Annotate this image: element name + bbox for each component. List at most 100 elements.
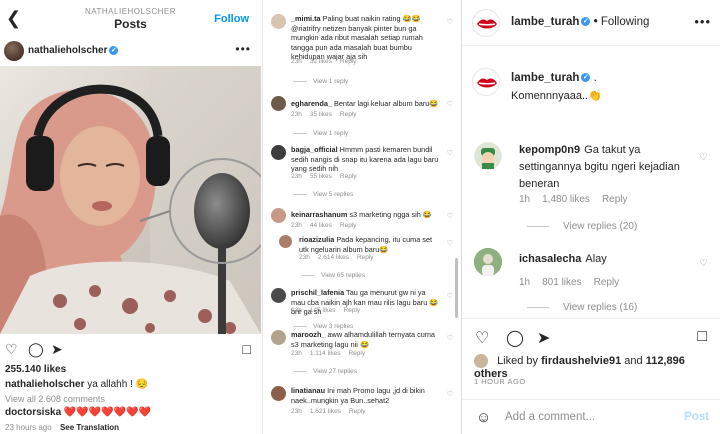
caption-username[interactable]: lambe_turah bbox=[511, 72, 579, 84]
add-comment-input[interactable]: Add a comment... bbox=[505, 411, 595, 423]
heart-icon[interactable]: ♡ bbox=[475, 328, 489, 348]
author-username[interactable]: nathalieholscher bbox=[28, 45, 107, 56]
comment-likes[interactable]: 145 likes bbox=[310, 307, 336, 314]
comment-username[interactable]: doctorsiska bbox=[5, 407, 61, 418]
avatar[interactable] bbox=[472, 9, 500, 37]
view-replies-link[interactable]: View 1 reply bbox=[293, 78, 348, 85]
reply-button[interactable]: Reply bbox=[357, 254, 374, 261]
view-replies-link[interactable]: View 3 replies bbox=[293, 323, 353, 330]
likes-count[interactable]: 255.140 likes bbox=[5, 364, 66, 375]
reply-button[interactable]: Reply bbox=[602, 194, 628, 205]
avatar[interactable] bbox=[271, 145, 286, 160]
singer-photo-illustration bbox=[0, 66, 261, 334]
share-icon[interactable]: ➤ bbox=[51, 341, 63, 358]
avatar[interactable] bbox=[279, 235, 292, 248]
like-heart-icon[interactable]: ♡ bbox=[699, 152, 708, 163]
comment-icon[interactable]: ◯ bbox=[28, 341, 44, 358]
avatar[interactable] bbox=[472, 68, 500, 96]
comment-likes[interactable]: 1.114 likes bbox=[310, 350, 341, 357]
like-heart-icon[interactable]: ♡ bbox=[447, 149, 453, 157]
comment-likes[interactable]: 2.614 likes bbox=[318, 254, 349, 261]
more-options-icon[interactable]: ••• bbox=[694, 14, 711, 29]
post-header: ❮ NATHALIEHOLSCHER Posts Follow bbox=[0, 0, 261, 36]
reply-button[interactable]: Reply bbox=[594, 277, 620, 288]
see-translation-link[interactable]: See Translation bbox=[60, 423, 119, 432]
comment-username[interactable]: ichasalecha bbox=[519, 253, 581, 265]
follow-button[interactable]: Follow bbox=[214, 13, 249, 25]
verified-badge-icon: ✓ bbox=[581, 73, 591, 83]
avatar[interactable] bbox=[271, 386, 286, 401]
comment-username[interactable]: egharenda_ bbox=[291, 99, 332, 108]
comment-time: 23h bbox=[299, 254, 310, 261]
reply-button[interactable]: Reply bbox=[340, 222, 357, 229]
avatar[interactable] bbox=[474, 248, 502, 276]
avatar[interactable] bbox=[271, 96, 286, 111]
comment-username[interactable]: linatianau bbox=[291, 386, 325, 395]
like-heart-icon[interactable]: ♡ bbox=[699, 258, 708, 269]
comment-username[interactable]: bagja_official bbox=[291, 145, 338, 154]
heart-icon[interactable]: ♡ bbox=[5, 341, 18, 358]
reply-button[interactable]: Reply bbox=[340, 58, 357, 65]
bookmark-icon[interactable]: □ bbox=[243, 341, 251, 357]
comment-username[interactable]: kepomp0n9 bbox=[519, 144, 580, 156]
like-heart-icon[interactable]: ♡ bbox=[447, 292, 453, 300]
comment-likes[interactable]: 801 likes bbox=[542, 277, 581, 288]
comment-username[interactable]: rioazizulia bbox=[299, 235, 334, 244]
post-button[interactable]: Post bbox=[684, 411, 709, 423]
reply-button[interactable]: Reply bbox=[340, 111, 357, 118]
emoji-icon[interactable]: ☺ bbox=[476, 409, 491, 426]
like-heart-icon[interactable]: ♡ bbox=[447, 390, 453, 398]
avatar[interactable] bbox=[4, 41, 24, 61]
avatar[interactable] bbox=[271, 208, 286, 223]
post-caption: nathalieholscher ya allahh ! 😔 bbox=[5, 379, 148, 390]
reply-button[interactable]: Reply bbox=[349, 408, 366, 415]
avatar[interactable] bbox=[271, 288, 286, 303]
comment-username[interactable]: maroozh_ bbox=[291, 330, 325, 339]
liked-by-user[interactable]: firdaushelvie91 bbox=[541, 355, 621, 367]
comments-panel: _mimi.ta Paling buat naikin rating 😂😂 @r… bbox=[262, 0, 458, 434]
lips-logo-icon bbox=[477, 78, 497, 88]
comment-time: 23h bbox=[291, 111, 302, 118]
like-heart-icon[interactable]: ♡ bbox=[447, 334, 453, 342]
comment-likes[interactable]: 1.621 likes bbox=[310, 408, 341, 415]
comment-username[interactable]: _mimi.ta bbox=[291, 14, 321, 23]
more-options-icon[interactable]: ••• bbox=[235, 42, 251, 56]
reply-button[interactable]: Reply bbox=[344, 307, 361, 314]
view-replies-link[interactable]: View 65 replies bbox=[301, 272, 365, 279]
post-photo[interactable] bbox=[0, 66, 261, 334]
comment-username[interactable]: keinarrashanum bbox=[291, 210, 347, 219]
comment-username[interactable]: prischil_lafenia bbox=[291, 288, 344, 297]
avatar[interactable] bbox=[474, 142, 502, 170]
reply-button[interactable]: Reply bbox=[348, 350, 365, 357]
account-username[interactable]: lambe_turah bbox=[511, 16, 579, 28]
view-replies-link[interactable]: View replies (16) bbox=[527, 302, 637, 313]
view-replies-link[interactable]: View replies (20) bbox=[527, 221, 637, 232]
bookmark-icon[interactable]: □ bbox=[697, 328, 707, 346]
share-icon[interactable]: ➤ bbox=[537, 328, 550, 348]
view-replies-link[interactable]: View 1 reply bbox=[293, 130, 348, 137]
comment-time: 23h bbox=[291, 350, 302, 357]
comment-likes[interactable]: 44 likes bbox=[310, 222, 332, 229]
like-heart-icon[interactable]: ♡ bbox=[447, 239, 453, 247]
view-all-comments-link[interactable]: View all 2.608 comments bbox=[5, 394, 105, 404]
avatar[interactable] bbox=[271, 330, 286, 345]
view-replies-link[interactable]: View 5 replies bbox=[293, 191, 353, 198]
comment-likes[interactable]: 55 likes bbox=[310, 173, 332, 180]
comment-icon[interactable]: ◯ bbox=[506, 328, 524, 348]
cartoon-avatar-icon bbox=[475, 143, 501, 169]
preview-comment: doctorsiska ❤️❤️❤️❤️❤️❤️❤️ bbox=[5, 407, 151, 418]
avatar[interactable] bbox=[271, 14, 286, 29]
caption-username[interactable]: nathalieholscher bbox=[5, 379, 84, 390]
comment-likes[interactable]: 35 likes bbox=[310, 111, 332, 118]
comment-likes[interactable]: 32 likes bbox=[310, 58, 332, 65]
scrollbar[interactable] bbox=[455, 258, 458, 318]
right-post-panel: lambe_turah ✓ • Following ••• lambe_turah… bbox=[461, 0, 720, 434]
avatar[interactable] bbox=[474, 354, 488, 368]
reply-button[interactable]: Reply bbox=[340, 173, 357, 180]
like-heart-icon[interactable]: ♡ bbox=[447, 100, 453, 108]
like-heart-icon[interactable]: ♡ bbox=[447, 18, 453, 26]
view-replies-link[interactable]: View 27 replies bbox=[293, 368, 357, 375]
like-heart-icon[interactable]: ♡ bbox=[447, 212, 453, 220]
following-status[interactable]: Following bbox=[601, 16, 650, 28]
comment-likes[interactable]: 1,480 likes bbox=[542, 194, 590, 205]
